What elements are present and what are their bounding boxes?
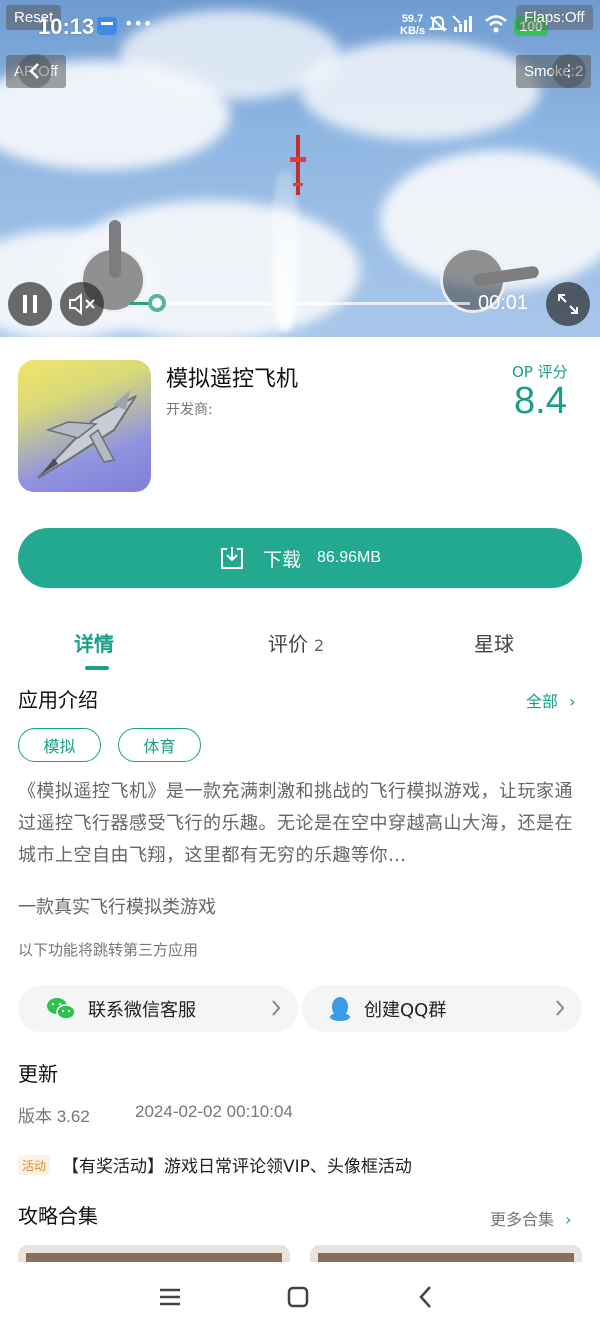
activity-link[interactable]: 【有奖活动】游戏日常评论领VIP、头像框活动 (62, 1152, 412, 1177)
intro-title: 应用介绍 (18, 688, 98, 712)
guides-more-link[interactable]: 更多合集 › (490, 1206, 572, 1230)
activity-badge: 活动 (18, 1155, 51, 1175)
intro-all-label: 全部 (526, 692, 559, 711)
video-progress-bar[interactable] (130, 294, 470, 312)
more-options-button[interactable]: ⋮ (552, 54, 586, 88)
joystick-stick (109, 220, 121, 278)
more-vertical-icon: ⋮ (561, 61, 577, 80)
more-icon: ••• (124, 14, 153, 33)
chevron-right-icon (272, 1000, 281, 1016)
update-title: 更新 (18, 1062, 58, 1086)
network-speed-unit: KB/s (400, 25, 426, 37)
app-name: 模拟遥控飞机 (166, 367, 299, 392)
tab-label: 评价 (268, 632, 308, 656)
status-bar: Reset 10:13 ••• 59.7 KB/s 100 Flaps:Off (0, 0, 600, 50)
third-party-note: 以下功能将跳转第三方应用 (18, 941, 199, 959)
signal-icon (452, 15, 472, 32)
update-date: 2024-02-02 00:10:04 (135, 1102, 293, 1121)
back-button[interactable] (18, 54, 52, 88)
app-icon (18, 360, 151, 492)
tab-planet[interactable]: 星球 (474, 628, 514, 657)
wechat-service-button[interactable]: 联系微信客服 (18, 985, 298, 1032)
menu-icon (160, 1288, 180, 1306)
download-label: 下载 (262, 548, 301, 571)
fighter-jet-icon (37, 390, 137, 479)
status-time: 10:13 (38, 14, 95, 39)
flaps-toggle[interactable]: Flaps:Off (516, 5, 593, 30)
mute-button[interactable] (60, 282, 104, 326)
fullscreen-button[interactable] (546, 282, 590, 326)
qq-group-button[interactable]: 创建QQ群 (302, 985, 582, 1032)
guides-more-label: 更多合集 (490, 1210, 555, 1229)
chevron-right-icon: › (565, 1210, 572, 1229)
cloud (300, 40, 540, 140)
back-arrow-icon (419, 1286, 431, 1308)
intro-description[interactable]: 《模拟遥控飞机》是一款充满刺激和挑战的飞行模拟游戏，让玩家通过遥控飞行器感受飞行… (18, 776, 584, 872)
qq-label: 创建QQ群 (364, 999, 447, 1021)
network-speed: 59.7 KB/s (400, 13, 425, 37)
pause-button[interactable] (8, 282, 52, 326)
home-square-icon (287, 1286, 309, 1308)
nav-home-button[interactable] (283, 1282, 313, 1312)
tag-simulation[interactable]: 模拟 (18, 728, 101, 762)
tab-label: 详情 (74, 632, 114, 656)
network-speed-value: 59.7 (401, 13, 424, 25)
tag-sports[interactable]: 体育 (118, 728, 201, 762)
app-slogan: 一款真实飞行模拟类游戏 (18, 897, 216, 918)
tab-label: 星球 (474, 632, 514, 656)
chevron-left-icon (29, 63, 39, 79)
tab-count: 2 (314, 636, 325, 655)
mail-icon (97, 17, 117, 35)
wechat-label: 联系微信客服 (88, 999, 196, 1021)
guides-title: 攻略合集 (18, 1204, 98, 1228)
tab-indicator (85, 666, 109, 670)
intro-all-link[interactable]: 全部 › (526, 688, 576, 712)
download-button[interactable]: 下载 86.96MB (18, 528, 582, 588)
score-value: 8.4 (514, 380, 567, 422)
download-size: 86.96MB (316, 549, 382, 566)
developer-label: 开发商: (166, 402, 213, 418)
nav-menu-button[interactable] (155, 1282, 185, 1312)
wechat-icon (47, 997, 76, 1020)
tab-reviews[interactable]: 评价 2 (268, 628, 324, 657)
wifi-icon (485, 15, 507, 33)
airplane-icon (290, 135, 306, 195)
score-label: OP 评分 (512, 363, 568, 381)
volume-muted-icon (69, 292, 95, 316)
nav-back-button[interactable] (411, 1282, 441, 1312)
version-text: 版本 3.62 (18, 1107, 90, 1126)
tab-details[interactable]: 详情 (74, 628, 114, 657)
download-icon (220, 547, 243, 569)
chevron-right-icon: › (569, 692, 576, 711)
qq-icon (330, 996, 350, 1021)
fullscreen-icon (558, 294, 578, 314)
mute-notification-icon (428, 15, 448, 32)
video-player[interactable]: Reset 10:13 ••• 59.7 KB/s 100 Flaps:Off … (0, 0, 600, 337)
chevron-right-icon (556, 1000, 565, 1016)
pause-icon (23, 295, 37, 313)
system-nav-bar (0, 1262, 600, 1333)
video-timecode: 00:01 (478, 292, 529, 314)
